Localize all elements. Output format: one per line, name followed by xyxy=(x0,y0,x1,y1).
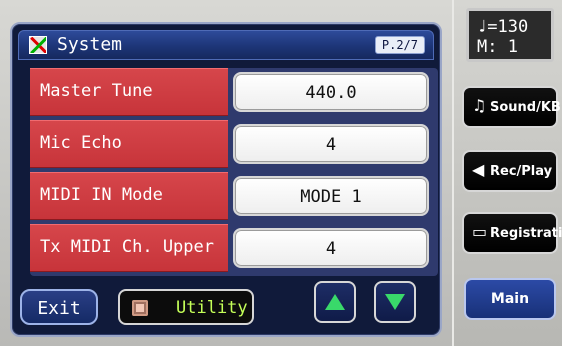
setting-value-text: 4 xyxy=(325,135,337,155)
speaker-icon: ◀ xyxy=(472,160,485,179)
scroll-down-button[interactable] xyxy=(374,281,416,323)
setting-value-text: 440.0 xyxy=(305,83,357,103)
setting-label-text: Mic Echo xyxy=(40,133,122,153)
music-note-icon: ♫ xyxy=(472,96,487,115)
sound-kbd-label: Sound/KBD xyxy=(490,100,562,115)
main-button[interactable]: Main xyxy=(464,278,556,320)
title-bar: System P.2/7 xyxy=(18,30,434,60)
exit-button-label: Exit xyxy=(37,298,81,319)
setting-label-text: MIDI IN Mode xyxy=(40,185,163,205)
rec-play-button[interactable]: ◀ Rec/Play xyxy=(462,150,558,192)
tempo-display: ♩=130 M: 1 xyxy=(466,8,554,62)
scroll-up-button[interactable] xyxy=(314,281,356,323)
sound-kbd-button[interactable]: ♫ Sound/KBD xyxy=(462,86,562,128)
registration-button[interactable]: ▭ Registration xyxy=(462,212,562,254)
registration-label: Registration xyxy=(490,226,562,241)
setting-label-text: Master Tune xyxy=(40,81,153,101)
page-title: System xyxy=(57,34,123,55)
setting-value-button[interactable]: 4 xyxy=(233,124,429,164)
system-icon xyxy=(29,36,47,54)
bottom-controls: Exit Utility xyxy=(10,262,438,333)
right-panel: ♩=130 M: 1 ♫ Sound/KBD ◀ Rec/Play ▭ Regi… xyxy=(452,0,562,346)
page-indicator: P.2/7 xyxy=(374,36,425,54)
setting-value-button[interactable]: 440.0 xyxy=(233,72,429,112)
up-arrow-icon xyxy=(325,294,345,310)
down-arrow-icon xyxy=(385,294,405,310)
tempo-value: ♩=130 xyxy=(477,17,529,37)
utility-indicator[interactable]: Utility xyxy=(118,289,254,325)
utility-label: Utility xyxy=(176,298,248,318)
utility-icon xyxy=(132,300,148,316)
setting-row-master-tune: Master Tune 440.0 xyxy=(30,68,438,116)
setting-label: Mic Echo xyxy=(30,120,228,168)
setting-row-midi-in-mode: MIDI IN Mode MODE 1 xyxy=(30,172,438,220)
measure-value: M: 1 xyxy=(477,37,518,57)
setting-value-text: MODE 1 xyxy=(300,187,362,207)
setting-value-text: 4 xyxy=(325,239,337,259)
setting-label-text: Tx MIDI Ch. Upper xyxy=(40,237,214,257)
setting-label: MIDI IN Mode xyxy=(30,172,228,220)
main-button-label: Main xyxy=(490,291,530,307)
rec-play-label: Rec/Play xyxy=(490,164,553,179)
settings-list: Master Tune 440.0 Mic Echo 4 MIDI IN Mod… xyxy=(30,68,438,276)
setting-row-mic-echo: Mic Echo 4 xyxy=(30,120,438,168)
setting-label: Master Tune xyxy=(30,68,228,116)
setting-value-button[interactable]: MODE 1 xyxy=(233,176,429,216)
exit-button[interactable]: Exit xyxy=(20,289,98,325)
book-icon: ▭ xyxy=(472,222,488,241)
